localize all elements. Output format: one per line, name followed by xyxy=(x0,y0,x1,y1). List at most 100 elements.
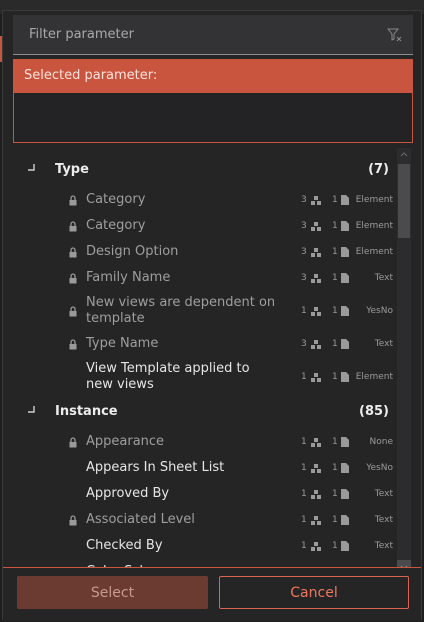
parameter-type: Text xyxy=(374,515,393,525)
parameter-list: Type (7) Category 3 1 Element Category 3 1 Elemen… xyxy=(13,148,395,568)
parameter-meta: 1 1 Text xyxy=(283,541,393,553)
document-count: 1 xyxy=(332,463,338,473)
category-count-icon xyxy=(311,196,321,205)
category-count-icon xyxy=(311,248,321,257)
document-icon xyxy=(341,463,349,473)
parameter-meta: 1 1 Text xyxy=(283,489,393,501)
lock-icon xyxy=(69,515,77,526)
category-count: 1 xyxy=(301,306,307,316)
filter-clear-icon[interactable] xyxy=(387,27,403,43)
parameter-type: Element xyxy=(355,247,393,257)
document-count: 1 xyxy=(332,489,338,499)
category-count-icon xyxy=(311,340,321,349)
group-name: Instance xyxy=(55,404,118,419)
group-header-instance[interactable]: Instance (85) xyxy=(13,400,395,424)
scrollbar-thumb[interactable] xyxy=(398,164,410,238)
category-count: 1 xyxy=(301,515,307,525)
parameter-name: Design Option xyxy=(86,244,179,259)
parameter-name: Family Name xyxy=(86,270,171,285)
scroll-up-icon[interactable] xyxy=(397,148,411,162)
document-count: 1 xyxy=(332,247,338,257)
parameter-name: Category xyxy=(86,192,146,207)
document-count: 1 xyxy=(332,195,338,205)
category-count: 1 xyxy=(301,463,307,473)
dialog-footer: Select Cancel xyxy=(3,567,421,621)
category-count-icon xyxy=(311,222,321,231)
document-icon xyxy=(341,515,349,525)
document-icon xyxy=(341,541,349,551)
group-header-type[interactable]: Type (7) xyxy=(13,158,395,182)
document-count: 1 xyxy=(332,221,338,231)
document-icon xyxy=(341,247,349,257)
category-count-icon xyxy=(311,464,321,473)
category-count-icon xyxy=(311,274,321,283)
parameter-type: YesNo xyxy=(366,463,393,473)
document-icon xyxy=(341,489,349,499)
parameter-meta: 3 1 Text xyxy=(283,273,393,285)
filter-bar xyxy=(13,15,413,55)
document-count: 1 xyxy=(332,515,338,525)
parameter-name: Appears In Sheet List xyxy=(86,460,225,475)
collapse-caret-icon xyxy=(28,164,35,171)
parameter-type: Element xyxy=(355,372,393,382)
document-count: 1 xyxy=(332,437,338,447)
parameter-name: Checked By xyxy=(86,538,163,553)
parameter-row[interactable]: Appears In Sheet List 1 1 YesNo xyxy=(13,455,395,481)
lock-icon xyxy=(69,306,77,317)
category-count-icon xyxy=(311,373,321,382)
category-count: 3 xyxy=(301,339,307,349)
parameter-type: YesNo xyxy=(366,306,393,316)
lock-icon xyxy=(69,247,77,258)
parameter-type: Element xyxy=(355,221,393,231)
document-count: 1 xyxy=(332,339,338,349)
parameter-name: Associated Level xyxy=(86,512,195,527)
parameter-row[interactable]: Category 3 1 Element xyxy=(13,213,395,239)
parameter-row[interactable]: Appearance 1 1 None xyxy=(13,429,395,455)
category-count-icon xyxy=(311,438,321,447)
document-icon xyxy=(341,221,349,231)
cancel-button[interactable]: Cancel xyxy=(219,576,409,609)
parameter-row[interactable]: Design Option 3 1 Element xyxy=(13,239,395,265)
parameter-type: Text xyxy=(374,273,393,283)
category-count: 1 xyxy=(301,437,307,447)
selected-parameter-label: Selected parameter: xyxy=(14,60,412,93)
lock-icon xyxy=(69,273,77,284)
group-count: (85) xyxy=(359,404,389,419)
parameter-type: Text xyxy=(374,541,393,551)
parameter-meta: 1 1 YesNo xyxy=(283,463,393,475)
category-count-icon xyxy=(311,516,321,525)
parameter-row[interactable]: Family Name 3 1 Text xyxy=(13,265,395,291)
parameter-row[interactable]: Associated Level 1 1 Text xyxy=(13,507,395,533)
parameter-meta: 3 1 Element xyxy=(283,247,393,259)
parameter-row[interactable]: New views are dependent on template 1 1 Yes… xyxy=(13,291,395,331)
parameter-row[interactable]: Category 3 1 Element xyxy=(13,187,395,213)
document-icon xyxy=(341,437,349,447)
parameter-name: New views are dependent on template xyxy=(86,295,276,326)
parameter-type: Text xyxy=(374,489,393,499)
parameter-name: View Template applied to new views xyxy=(86,361,250,392)
document-count: 1 xyxy=(332,306,338,316)
parameter-meta: 1 1 Element xyxy=(283,372,393,384)
lock-icon xyxy=(69,195,77,206)
parameter-name: Category xyxy=(86,218,146,233)
parameter-type: Element xyxy=(355,195,393,205)
document-icon xyxy=(341,339,349,349)
parameter-row[interactable]: Approved By 1 1 Text xyxy=(13,481,395,507)
parameter-meta: 3 1 Element xyxy=(283,221,393,233)
category-count: 3 xyxy=(301,195,307,205)
parameter-row[interactable]: View Template applied to new views 1 1 Elem… xyxy=(13,357,395,397)
select-button[interactable]: Select xyxy=(17,576,208,609)
category-count: 1 xyxy=(301,489,307,499)
list-scrollbar[interactable] xyxy=(397,148,411,574)
parameter-type: None xyxy=(369,437,393,447)
category-count: 3 xyxy=(301,247,307,257)
filter-input[interactable] xyxy=(13,15,373,53)
selected-parameter-panel: Selected parameter: xyxy=(13,59,413,143)
lock-icon xyxy=(69,339,77,350)
category-count: 1 xyxy=(301,541,307,551)
parameter-row[interactable]: Checked By 1 1 Text xyxy=(13,533,395,559)
parameter-picker-dialog: Selected parameter: Type (7) Category 3 1 Ele… xyxy=(2,10,422,621)
parameter-row[interactable]: Type Name 3 1 Text xyxy=(13,331,395,357)
document-icon xyxy=(341,273,349,283)
parameter-meta: 3 1 Text xyxy=(283,339,393,351)
